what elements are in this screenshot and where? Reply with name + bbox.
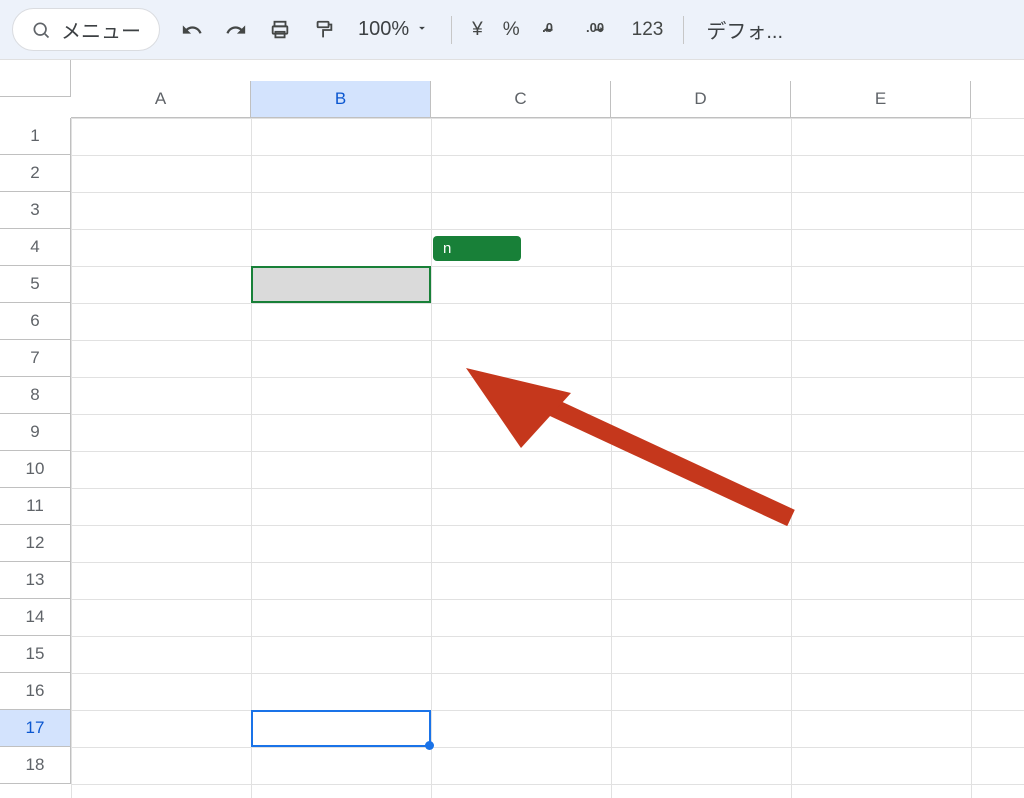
sheet-area: ABCDE 123456789101112131415161718 n <box>0 60 1024 794</box>
percent-button[interactable]: % <box>495 10 528 50</box>
grid[interactable]: n <box>71 118 1024 798</box>
redo-button[interactable] <box>216 10 256 50</box>
row-header-6[interactable]: 6 <box>0 303 71 340</box>
column-header-a[interactable]: A <box>71 81 251 118</box>
row-header-11[interactable]: 11 <box>0 488 71 525</box>
font-dropdown[interactable]: デフォ... <box>696 15 793 44</box>
row-header-2[interactable]: 2 <box>0 155 71 192</box>
separator <box>683 16 684 44</box>
row-header-13[interactable]: 13 <box>0 562 71 599</box>
paint-format-button[interactable] <box>304 10 344 50</box>
undo-button[interactable] <box>172 10 212 50</box>
column-headers: ABCDE <box>0 81 1024 118</box>
more-formats-button[interactable]: 123 <box>624 10 672 50</box>
column-header-e[interactable]: E <box>791 81 971 118</box>
row-header-17[interactable]: 17 <box>0 710 71 747</box>
zoom-label: 100% <box>358 18 409 41</box>
row-header-16[interactable]: 16 <box>0 673 71 710</box>
currency-button[interactable]: ¥ <box>464 10 491 50</box>
annotation-arrow <box>451 348 811 548</box>
zoom-dropdown[interactable]: 100% <box>348 18 439 41</box>
named-range-highlight <box>251 266 431 303</box>
separator <box>451 16 452 44</box>
svg-text:.00: .00 <box>586 20 604 35</box>
search-icon <box>31 20 51 40</box>
named-range-tooltip: n <box>433 236 521 261</box>
chevron-down-icon <box>415 18 429 41</box>
svg-text:.0: .0 <box>542 20 553 35</box>
decrease-decimal-button[interactable]: .0 <box>532 10 574 50</box>
row-header-18[interactable]: 18 <box>0 747 71 784</box>
menu-label: メニュー <box>61 15 141 44</box>
row-header-4[interactable]: 4 <box>0 229 71 266</box>
row-header-12[interactable]: 12 <box>0 525 71 562</box>
increase-decimal-button[interactable]: .00 <box>578 10 620 50</box>
row-header-8[interactable]: 8 <box>0 377 71 414</box>
row-header-14[interactable]: 14 <box>0 599 71 636</box>
row-header-10[interactable]: 10 <box>0 451 71 488</box>
print-button[interactable] <box>260 10 300 50</box>
active-cell <box>251 710 431 747</box>
menu-search[interactable]: メニュー <box>12 8 160 51</box>
row-header-15[interactable]: 15 <box>0 636 71 673</box>
row-header-7[interactable]: 7 <box>0 340 71 377</box>
toolbar: メニュー 100% ¥ % .0 .00 123 デフォ... <box>0 0 1024 60</box>
row-header-5[interactable]: 5 <box>0 266 71 303</box>
column-header-d[interactable]: D <box>611 81 791 118</box>
column-header-c[interactable]: C <box>431 81 611 118</box>
row-header-3[interactable]: 3 <box>0 192 71 229</box>
column-header-b[interactable]: B <box>251 81 431 118</box>
row-header-9[interactable]: 9 <box>0 414 71 451</box>
row-headers: 123456789101112131415161718 <box>0 118 71 784</box>
row-header-1[interactable]: 1 <box>0 118 71 155</box>
